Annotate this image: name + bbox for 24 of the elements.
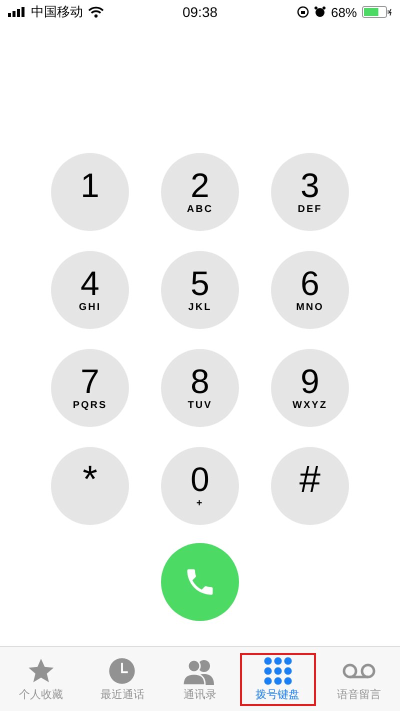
- keypad-key[interactable]: #: [271, 447, 349, 525]
- carrier-name: 中国移动: [31, 3, 83, 21]
- keypad-key[interactable]: 6 MNO: [271, 251, 349, 329]
- battery-icon: [362, 6, 392, 18]
- wifi-icon: [88, 6, 104, 18]
- keypad-key[interactable]: 8 TUV: [161, 349, 239, 427]
- alarm-icon: [314, 6, 326, 18]
- keypad-key[interactable]: 4 GHI: [51, 251, 129, 329]
- keypad-key[interactable]: *: [51, 447, 129, 525]
- keypad-key[interactable]: 2 ABC: [161, 153, 239, 231]
- keypad-key[interactable]: 5 JKL: [161, 251, 239, 329]
- keypad-key[interactable]: 0 +: [161, 447, 239, 525]
- clock-icon: [108, 656, 136, 684]
- keypad-key[interactable]: 7 PQRS: [51, 349, 129, 427]
- tab-bar-item[interactable]: 拨号键盘: [240, 652, 316, 706]
- star-icon: [26, 656, 56, 684]
- keypad-icon: [264, 656, 292, 684]
- keypad-key[interactable]: 3 DEF: [271, 153, 349, 231]
- keypad-key[interactable]: 9 WXYZ: [271, 349, 349, 427]
- signal-icon: [8, 7, 26, 17]
- rotation-lock-icon: [296, 6, 309, 18]
- keypad-key[interactable]: 1: [51, 153, 129, 231]
- clock-time: 09:38: [182, 4, 218, 20]
- battery-percent: 68%: [330, 4, 357, 20]
